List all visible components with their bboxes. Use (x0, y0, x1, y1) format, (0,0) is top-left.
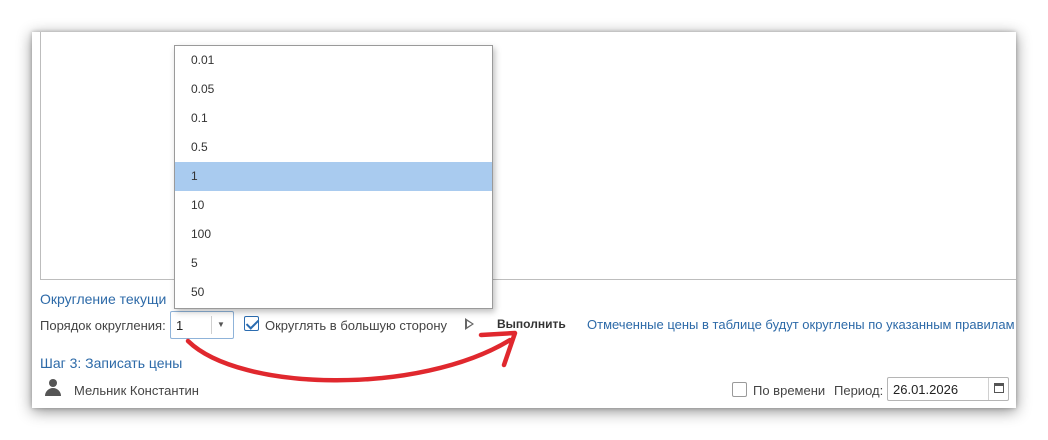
dropdown-option[interactable]: 5 (175, 249, 492, 278)
round-up-label: Округлять в большую сторону (265, 318, 448, 333)
by-time-label: По времени (753, 383, 826, 398)
rounding-order-dropdown[interactable]: 0.01 0.05 0.1 0.5 1 10 100 5 50 (174, 45, 493, 309)
dropdown-option[interactable]: 0.05 (175, 75, 492, 104)
combo-separator (211, 316, 212, 334)
play-icon[interactable] (465, 318, 474, 330)
dropdown-option[interactable]: 10 (175, 191, 492, 220)
period-date-input[interactable]: 26.01.2026 (887, 377, 1009, 401)
chevron-down-icon[interactable]: ▼ (217, 320, 225, 329)
dropdown-option[interactable]: 0.1 (175, 104, 492, 133)
rounding-info-text: Отмеченные цены в таблице будут округлен… (587, 317, 1015, 332)
dropdown-option[interactable]: 50 (175, 278, 492, 307)
run-button[interactable]: Выполнить (497, 317, 566, 331)
step3-title: Шаг 3: Записать цены (40, 355, 183, 371)
rounding-order-value: 1 (176, 318, 184, 333)
dropdown-option-selected[interactable]: 1 (175, 162, 492, 191)
period-label: Период: (834, 383, 884, 398)
user-icon (45, 379, 61, 396)
dropdown-option[interactable]: 0.01 (175, 46, 492, 75)
rounding-order-label: Порядок округления: (40, 318, 166, 333)
period-date-value: 26.01.2026 (893, 382, 959, 397)
dropdown-option[interactable]: 100 (175, 220, 492, 249)
by-time-checkbox[interactable] (732, 382, 747, 397)
user-name: Мельник Константин (74, 383, 199, 398)
round-up-checkbox[interactable] (244, 316, 259, 331)
calendar-icon (994, 383, 1004, 393)
calendar-button[interactable] (988, 378, 1008, 400)
rounding-section-title: Округление текущи (40, 291, 167, 307)
dropdown-option[interactable]: 0.5 (175, 133, 492, 162)
rounding-order-select[interactable]: 1 ▼ (170, 311, 234, 339)
